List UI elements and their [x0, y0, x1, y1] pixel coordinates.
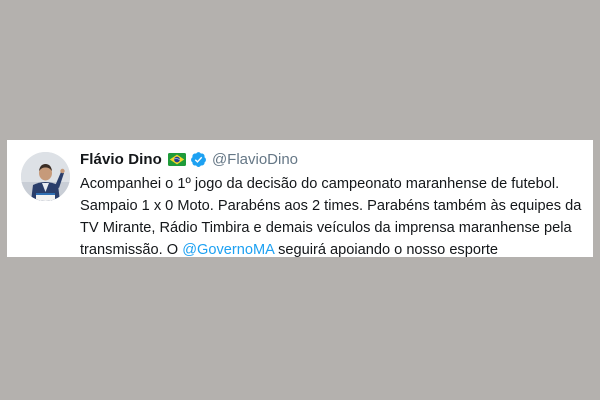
- brazil-flag-icon: [167, 152, 186, 166]
- avatar[interactable]: [21, 152, 70, 201]
- tweet-text: Acompanhei o 1º jogo da decisão do campe…: [80, 173, 585, 261]
- user-handle[interactable]: @FlavioDino: [212, 151, 298, 168]
- tweet-text-part: seguirá apoiando o nosso esporte: [274, 242, 498, 258]
- mention-link[interactable]: @GovernoMA: [182, 242, 274, 258]
- tweet-header: Flávio Dino @FlavioDino: [80, 149, 298, 169]
- display-name[interactable]: Flávio Dino: [80, 151, 162, 168]
- tweet-card: Flávio Dino @FlavioDino Acompanhei o 1º …: [7, 140, 593, 258]
- verified-badge-icon: [190, 151, 207, 168]
